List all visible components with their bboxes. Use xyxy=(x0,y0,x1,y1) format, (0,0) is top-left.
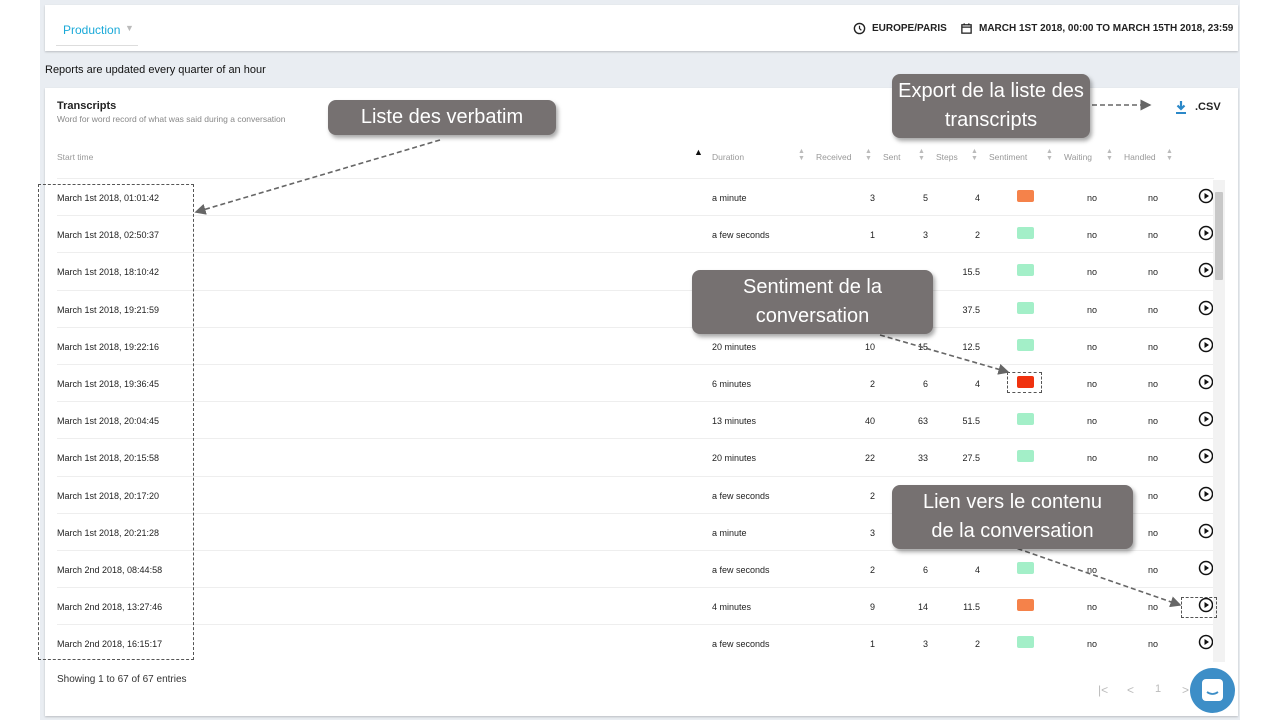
callout-export: Export de la liste des transcripts xyxy=(892,74,1090,138)
callout-link: Lien vers le contenu de la conversation xyxy=(892,485,1133,549)
callout-sentiment: Sentiment de la conversation xyxy=(692,270,933,334)
callout-verbatim: Liste des verbatim xyxy=(328,100,556,135)
